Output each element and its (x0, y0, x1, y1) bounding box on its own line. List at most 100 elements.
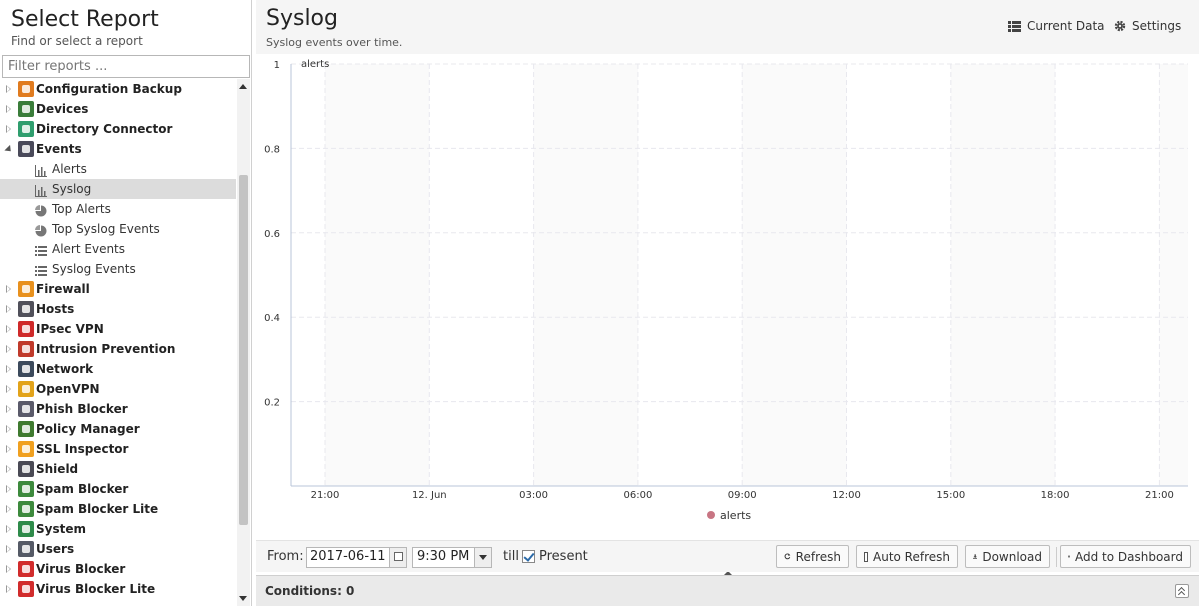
add-to-dashboard-button[interactable]: Add to Dashboard (1060, 545, 1191, 568)
tree-item[interactable]: Users (0, 539, 236, 559)
collapsed-arrow-icon[interactable] (6, 285, 11, 293)
virus-lite-icon (18, 581, 34, 597)
tree-item-label: Spam Blocker (36, 482, 129, 496)
tree-item[interactable]: SSL Inspector (0, 439, 236, 459)
tree-item[interactable]: Policy Manager (0, 419, 236, 439)
scrollbar-thumb[interactable] (239, 175, 248, 525)
tree-report-label: Alert Events (52, 242, 126, 256)
refresh-button[interactable]: Refresh (776, 545, 849, 568)
collapsed-arrow-icon[interactable] (6, 585, 11, 593)
tree-report-item[interactable]: Top Alerts (0, 199, 236, 219)
till-label: till (503, 549, 519, 564)
auto-refresh-label: Auto Refresh (873, 549, 950, 564)
pie-chart-icon (35, 203, 47, 217)
report-subtitle: Syslog events over time. (266, 36, 403, 49)
system-icon (18, 521, 34, 537)
collapsed-arrow-icon[interactable] (6, 425, 11, 433)
y-tick-label: 0.4 (264, 313, 280, 324)
collapsed-arrow-icon[interactable] (6, 305, 11, 313)
expand-conditions-icon[interactable] (1175, 584, 1189, 598)
tree-report-item[interactable]: Top Syslog Events (0, 219, 236, 239)
collapsed-arrow-icon[interactable] (6, 365, 11, 373)
present-checkbox[interactable] (522, 550, 535, 563)
scroll-up-arrow-icon[interactable] (239, 84, 247, 89)
tree-item[interactable]: Events (0, 139, 236, 159)
tree-report-item[interactable]: Syslog (0, 179, 236, 199)
collapsed-arrow-icon[interactable] (6, 485, 11, 493)
tree-item[interactable]: Firewall (0, 279, 236, 299)
time-dropdown-chevron-icon[interactable] (474, 548, 491, 567)
tree-item-label: Directory Connector (36, 122, 173, 136)
collapsed-arrow-icon[interactable] (6, 445, 11, 453)
select-report-panel: Select Report Find or select a report Co… (0, 0, 252, 606)
download-button[interactable]: Download (965, 545, 1050, 568)
filter-reports-input[interactable] (2, 55, 250, 78)
conditions-label: Conditions: 0 (265, 584, 355, 598)
from-time-value: 9:30 PM (417, 549, 470, 564)
collapsed-arrow-icon[interactable] (6, 105, 11, 113)
auto-refresh-button[interactable]: Auto Refresh (856, 545, 958, 568)
tree-item-label: Phish Blocker (36, 402, 128, 416)
from-time-field[interactable]: 9:30 PM (412, 547, 492, 568)
tree-item[interactable]: Devices (0, 99, 236, 119)
collapsed-arrow-icon[interactable] (6, 85, 11, 93)
tree-item[interactable]: Spam Blocker (0, 479, 236, 499)
tree-item[interactable]: Virus Blocker (0, 559, 236, 579)
tree-item[interactable]: Network (0, 359, 236, 379)
report-tree-scrollbar[interactable] (237, 79, 250, 606)
series-label: alerts (301, 59, 329, 70)
expanded-arrow-icon[interactable] (4, 144, 14, 155)
collapsed-arrow-icon[interactable] (6, 405, 11, 413)
collapsed-arrow-icon[interactable] (6, 385, 11, 393)
gear-icon (1114, 20, 1126, 32)
firewall-icon (18, 281, 34, 297)
from-date-field[interactable]: 2017-06-11 (306, 547, 407, 568)
calendar-icon[interactable] (389, 548, 406, 567)
auto-refresh-checkbox-icon (864, 551, 868, 562)
chart-band (1159, 64, 1188, 486)
tree-item[interactable]: Intrusion Prevention (0, 339, 236, 359)
tree-item[interactable]: Configuration Backup (0, 79, 236, 99)
x-tick-label: 06:00 (623, 490, 652, 501)
tree-item-label: SSL Inspector (36, 442, 129, 456)
conditions-panel[interactable]: Conditions: 0 (256, 575, 1199, 606)
ipsec-lock-icon (18, 321, 34, 337)
tree-report-item[interactable]: Syslog Events (0, 259, 236, 279)
tree-report-label: Top Syslog Events (52, 222, 160, 236)
tree-item[interactable]: Spam Blocker Lite (0, 499, 236, 519)
spam-lite-icon (18, 501, 34, 517)
current-data-button[interactable]: Current Data (1008, 19, 1105, 33)
tree-item-label: Shield (36, 462, 79, 476)
tree-report-item[interactable]: Alerts (0, 159, 236, 179)
tree-item-label: Spam Blocker Lite (36, 502, 159, 516)
collapsed-arrow-icon[interactable] (6, 325, 11, 333)
collapsed-arrow-icon[interactable] (6, 525, 11, 533)
present-label: Present (539, 549, 588, 564)
collapsed-arrow-icon[interactable] (6, 505, 11, 513)
x-tick-label: 12:00 (832, 490, 861, 501)
scroll-down-arrow-icon[interactable] (239, 596, 247, 601)
toolbar-separator (1056, 547, 1057, 567)
collapsed-arrow-icon[interactable] (6, 345, 11, 353)
tree-report-item[interactable]: Alert Events (0, 239, 236, 259)
tree-item[interactable]: Virus Blocker Lite (0, 579, 236, 599)
tree-item[interactable]: IPsec VPN (0, 319, 236, 339)
tree-item[interactable]: Hosts (0, 299, 236, 319)
select-report-subtitle: Find or select a report (11, 34, 143, 48)
collapsed-arrow-icon[interactable] (6, 565, 11, 573)
tree-item[interactable]: OpenVPN (0, 379, 236, 399)
tree-item[interactable]: Directory Connector (0, 119, 236, 139)
refresh-label: Refresh (795, 549, 841, 564)
tree-item[interactable]: System (0, 519, 236, 539)
x-tick-label: 09:00 (728, 490, 757, 501)
tree-item-label: Hosts (36, 302, 75, 316)
tree-item[interactable]: Shield (0, 459, 236, 479)
collapsed-arrow-icon[interactable] (6, 125, 11, 133)
settings-button[interactable]: Settings (1114, 19, 1181, 33)
tree-item[interactable]: Phish Blocker (0, 399, 236, 419)
report-tree: Configuration Backup Devices Directory Con… (0, 79, 236, 606)
settings-label: Settings (1132, 19, 1182, 33)
tree-item-label: Devices (36, 102, 89, 116)
collapsed-arrow-icon[interactable] (6, 545, 11, 553)
collapsed-arrow-icon[interactable] (6, 465, 11, 473)
